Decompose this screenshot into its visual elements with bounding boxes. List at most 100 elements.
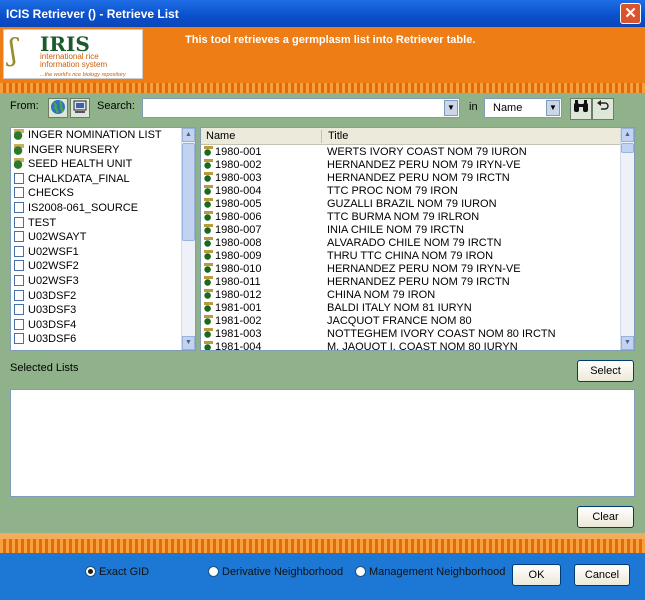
cell-name-text: 1980-004 <box>215 185 262 197</box>
table-row[interactable]: 1980-010 HERNANDEZ PERU NOM 79 IRYN-VE <box>201 263 622 276</box>
table-row[interactable]: 1980-012 CHINA NOM 79 IRON <box>201 289 622 302</box>
table-row[interactable]: 1980-011 HERNANDEZ PERU NOM 79 IRCTN <box>201 276 622 289</box>
option-label: Management Neighborhood <box>369 566 506 578</box>
table-row[interactable]: 1980-002 HERNANDEZ PERU NOM 79 IRYN-VE <box>201 159 622 172</box>
source-list-panel[interactable]: INGER NOMINATION LIST INGER NURSERY SEED H… <box>10 127 196 351</box>
list-item-label: U02WSAYT <box>28 231 87 244</box>
scroll-thumb[interactable] <box>621 143 634 153</box>
cell-title: INIA CHILE NOM 79 IRCTN <box>327 224 464 236</box>
list-item-label: U03DSF3 <box>28 304 77 317</box>
binoculars-icon[interactable] <box>570 98 592 120</box>
list-item[interactable]: U03DSF4 <box>11 318 195 333</box>
radio-button-icon[interactable] <box>208 566 219 577</box>
radio-button-icon[interactable] <box>355 566 366 577</box>
table-scrollbar[interactable]: ▲ ▼ <box>620 128 634 350</box>
document-icon <box>14 289 24 301</box>
search-field-select[interactable]: Name ▼ <box>484 98 562 118</box>
column-header-name[interactable]: Name <box>206 130 235 142</box>
chevron-down-icon[interactable]: ▼ <box>546 100 560 116</box>
cell-name: 1980-007 <box>204 224 262 237</box>
cell-name: 1980-010 <box>204 263 262 276</box>
cell-name: 1980-001 <box>204 146 262 159</box>
document-icon <box>14 231 24 243</box>
list-item[interactable]: U02WSF2 <box>11 259 195 274</box>
cell-name: 1981-003 <box>204 328 262 341</box>
table-row[interactable]: 1980-009 THRU TTC CHINA NOM 79 IRON <box>201 250 622 263</box>
cell-title: HERNANDEZ PERU NOM 79 IRYN-VE <box>327 159 521 171</box>
table-row[interactable]: 1980-005 GUZALLI BRAZIL NOM 79 IURON <box>201 198 622 211</box>
option-radio[interactable]: Exact GID <box>85 566 149 578</box>
cancel-button[interactable]: Cancel <box>574 564 630 586</box>
table-row[interactable]: 1981-004 M. JAQUOT I. COAST NOM 80 IURYN <box>201 341 622 351</box>
table-row[interactable]: 1980-004 TTC PROC NOM 79 IRON <box>201 185 622 198</box>
ok-button[interactable]: OK <box>512 564 561 586</box>
footer-stripe <box>0 533 645 553</box>
list-item[interactable]: CHALKDATA_FINAL <box>11 172 195 187</box>
logo-line2: information system <box>40 60 108 69</box>
cell-name-text: 1981-004 <box>215 341 262 351</box>
scroll-down-icon[interactable]: ▼ <box>621 336 634 350</box>
computer-icon[interactable] <box>70 98 90 118</box>
list-item[interactable]: IS2008-061_SOURCE <box>11 201 195 216</box>
list-item[interactable]: U02WSF3 <box>11 274 195 289</box>
cell-title: HERNANDEZ PERU NOM 79 IRYN-VE <box>327 263 521 275</box>
cell-title: HERNANDEZ PERU NOM 79 IRCTN <box>327 276 510 288</box>
table-row[interactable]: 1980-007 INIA CHILE NOM 79 IRCTN <box>201 224 622 237</box>
cell-title: HERNANDEZ PERU NOM 79 IRCTN <box>327 172 510 184</box>
column-header-title[interactable]: Title <box>328 130 348 142</box>
germplasm-icon <box>204 328 213 338</box>
cell-title: TTC BURMA NOM 79 IRLRON <box>327 211 480 223</box>
scroll-thumb[interactable] <box>182 143 195 241</box>
logo-mark-icon: ʃ <box>9 33 18 68</box>
clear-button[interactable]: Clear <box>577 506 634 528</box>
globe-icon[interactable] <box>48 98 68 118</box>
germplasm-icon <box>204 263 213 273</box>
selected-lists-box[interactable] <box>10 389 635 497</box>
list-item[interactable]: U02WSF1 <box>11 245 195 260</box>
option-radio[interactable]: Derivative Neighborhood <box>208 566 343 578</box>
list-item[interactable]: U03DSF2 <box>11 289 195 304</box>
table-row[interactable]: 1981-001 BALDI ITALY NOM 81 IURYN <box>201 302 622 315</box>
logo-tagline: ...the world's rice biology repository <box>40 72 126 78</box>
search-input[interactable]: ▼ <box>142 98 460 118</box>
list-item[interactable]: CHECKS <box>11 186 195 201</box>
search-field-value: Name <box>493 102 523 114</box>
cell-name-text: 1980-008 <box>215 237 262 249</box>
document-icon <box>14 172 24 184</box>
germplasm-icon <box>204 315 213 325</box>
list-item[interactable]: SEED HEALTH UNIT <box>11 157 195 172</box>
list-item-label: TEST <box>28 216 57 229</box>
source-list-scrollbar[interactable]: ▲ ▼ <box>181 128 195 350</box>
list-item[interactable]: INGER NURSERY <box>11 143 195 158</box>
table-row[interactable]: 1980-008 ALVARADO CHILE NOM 79 IRCTN <box>201 237 622 250</box>
list-item[interactable]: U03DSF6 <box>11 332 195 347</box>
column-divider[interactable] <box>321 130 322 143</box>
database-list-icon <box>14 143 24 155</box>
scroll-down-icon[interactable]: ▼ <box>182 336 195 350</box>
cell-title: M. JAQUOT I. COAST NOM 80 IURYN <box>327 341 518 351</box>
cell-title: WERTS IVORY COAST NOM 79 IURON <box>327 146 527 158</box>
list-item-label: U02WSF2 <box>28 260 79 273</box>
cell-name: 1980-012 <box>204 289 262 302</box>
table-row[interactable]: 1980-001 WERTS IVORY COAST NOM 79 IURON <box>201 146 622 159</box>
scroll-up-icon[interactable]: ▲ <box>621 128 634 142</box>
list-item[interactable]: U03DSF3 <box>11 303 195 318</box>
list-item[interactable]: U02WSAYT <box>11 230 195 245</box>
list-item[interactable]: TEST <box>11 216 195 231</box>
undo-icon[interactable] <box>592 98 614 120</box>
close-icon[interactable]: ✕ <box>620 3 641 24</box>
radio-button-icon[interactable] <box>85 566 96 577</box>
list-item[interactable]: INGER NOMINATION LIST <box>11 128 195 143</box>
cell-name: 1980-008 <box>204 237 262 250</box>
table-row[interactable]: 1980-006 TTC BURMA NOM 79 IRLRON <box>201 211 622 224</box>
source-list-items: INGER NOMINATION LIST INGER NURSERY SEED H… <box>11 128 195 347</box>
germplasm-list-table[interactable]: Name Title 1980-001 WERTS IVORY COAST NOM… <box>200 127 635 351</box>
table-row[interactable]: 1981-003 NOTTEGHEM IVORY COAST NOM 80 IRC… <box>201 328 622 341</box>
scroll-up-icon[interactable]: ▲ <box>182 128 195 142</box>
table-row[interactable]: 1981-002 JACQUOT FRANCE NOM 80 <box>201 315 622 328</box>
option-radio[interactable]: Management Neighborhood <box>355 566 505 578</box>
chevron-down-icon[interactable]: ▼ <box>444 100 458 116</box>
select-button[interactable]: Select <box>577 360 634 382</box>
document-icon <box>14 216 24 228</box>
table-row[interactable]: 1980-003 HERNANDEZ PERU NOM 79 IRCTN <box>201 172 622 185</box>
